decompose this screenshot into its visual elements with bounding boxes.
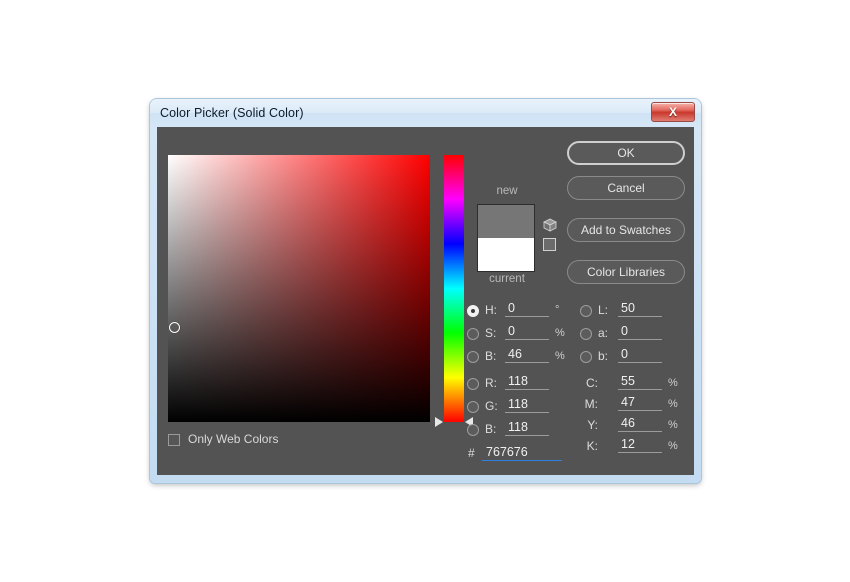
radio-r-rgb[interactable] [467,378,479,390]
input-cmyk-Y[interactable] [618,416,662,432]
label-cmyk-K: K: [586,439,598,453]
radio-b-lab[interactable] [580,351,592,363]
unit-hsb-H: ° [555,304,560,316]
label-cmyk-M: M: [584,397,598,411]
input-rgb-G[interactable] [505,397,549,413]
radio-h-hsb[interactable] [467,305,479,317]
color-picker-dialog: Color Picker (Solid Color) X new current [150,99,701,483]
saturation-brightness-field[interactable] [168,155,430,422]
label-lab-L: L: [598,303,609,317]
only-web-colors-checkbox[interactable] [168,434,180,446]
unit-cmyk-M: % [668,398,678,410]
label-lab-a: a: [598,326,609,340]
unit-cmyk-K: % [668,440,678,452]
hex-hash-label: # [468,446,475,460]
label-lab-b: b: [598,349,609,363]
input-lab-a[interactable] [618,324,662,340]
ok-button[interactable]: OK [567,141,685,165]
label-hsb-S: S: [485,326,497,340]
input-cmyk-K[interactable] [618,437,662,453]
add-to-swatches-button[interactable]: Add to Swatches [567,218,685,242]
input-hsb-H[interactable] [505,301,549,317]
new-color-swatch[interactable] [477,204,535,238]
current-color-swatch[interactable] [477,238,535,272]
close-icon: X [668,105,677,119]
color-field-marker[interactable] [168,321,180,333]
dialog-body: new current OK Cancel Add to Swatches Co… [157,127,694,475]
label-rgb-G: G: [485,399,498,413]
input-cmyk-M[interactable] [618,395,662,411]
web-safe-square-icon[interactable] [543,238,556,251]
radio-a-lab[interactable] [580,328,592,340]
unit-cmyk-Y: % [668,419,678,431]
color-libraries-button[interactable]: Color Libraries [567,260,685,284]
only-web-colors-label: Only Web Colors [188,432,279,446]
input-lab-L[interactable] [618,301,662,317]
radio-s-hsb[interactable] [467,328,479,340]
unit-cmyk-C: % [668,377,678,389]
input-hsb-B[interactable] [505,347,549,363]
screenshot-canvas: Color Picker (Solid Color) X new current [0,0,850,582]
input-hsb-S[interactable] [505,324,549,340]
label-cmyk-Y: Y: [587,418,598,432]
radio-l-lab[interactable] [580,305,592,317]
radio-b-rgb[interactable] [467,424,479,436]
label-rgb-Bb: B: [485,422,497,436]
label-hsb-H: H: [485,303,497,317]
close-button[interactable]: X [651,102,695,122]
new-swatch-label: new [496,185,518,197]
cancel-button[interactable]: Cancel [567,176,685,200]
hue-slider-arrow-left[interactable] [435,417,443,427]
input-lab-b[interactable] [618,347,662,363]
unit-hsb-B: % [555,350,565,362]
dialog-titlebar: Color Picker (Solid Color) X [150,99,701,127]
radio-g-rgb[interactable] [467,401,479,413]
hex-input[interactable] [482,444,562,461]
hue-slider[interactable] [444,155,464,422]
unit-hsb-S: % [555,327,565,339]
dialog-title: Color Picker (Solid Color) [160,106,304,120]
radio-b-hsb[interactable] [467,351,479,363]
label-rgb-R: R: [485,376,497,390]
cube-icon[interactable] [543,218,557,232]
label-cmyk-C: C: [586,376,598,390]
input-cmyk-C[interactable] [618,374,662,390]
current-swatch-label: current [489,273,525,285]
label-hsb-B: B: [485,349,497,363]
input-rgb-Bb[interactable] [505,420,549,436]
input-rgb-R[interactable] [505,374,549,390]
